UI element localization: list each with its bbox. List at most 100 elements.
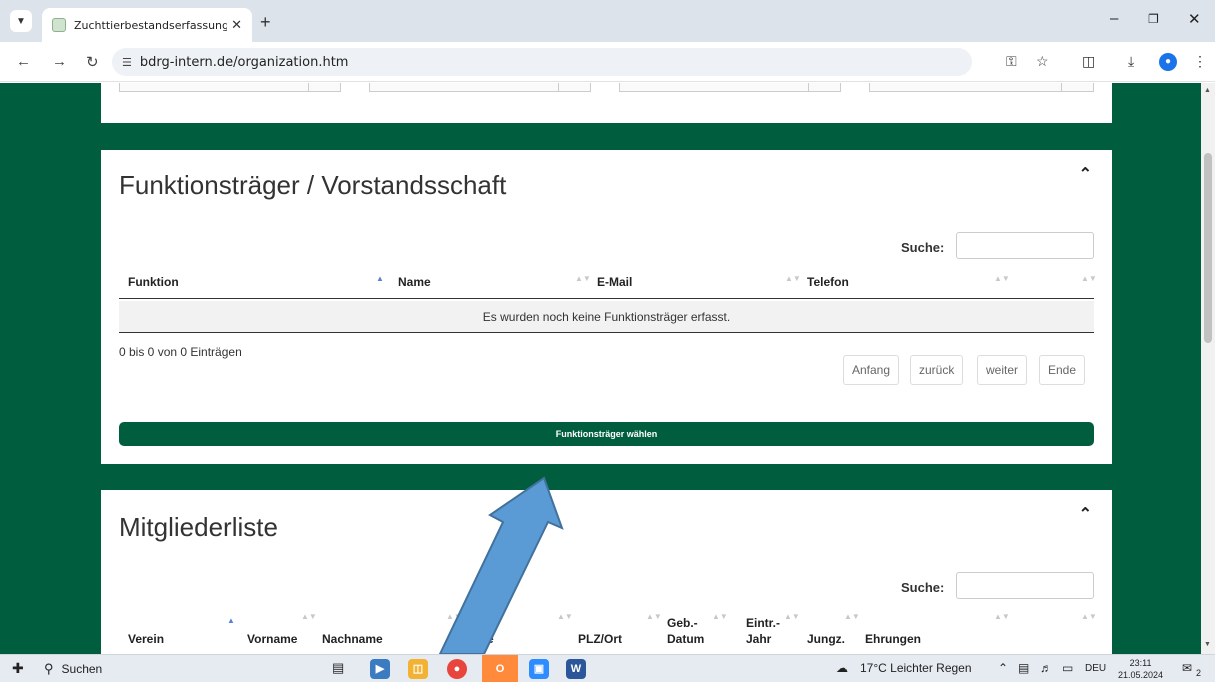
download-icon[interactable]: ⤓ — [1128, 53, 1134, 70]
column-header-geb-datum[interactable]: Datum — [667, 632, 704, 646]
sort-icon: ▲▼ — [646, 612, 662, 621]
pagination-last-button[interactable]: Ende — [1039, 355, 1086, 385]
search-input[interactable] — [956, 572, 1094, 599]
language-indicator[interactable]: DEU — [1085, 663, 1106, 674]
sort-icon: ▲▼ — [785, 274, 801, 283]
weather-icon[interactable]: ☁ — [836, 661, 848, 675]
chrome-icon[interactable]: ● — [447, 659, 467, 679]
display-icon[interactable]: ▭ — [1062, 661, 1073, 675]
column-header-telefon[interactable]: Telefon — [807, 275, 849, 289]
password-key-icon[interactable]: ⚿ — [1006, 53, 1017, 70]
functionaries-title: Funktionsträger / Vorstandsschaft — [119, 170, 507, 200]
sort-asc-icon: ▲ — [376, 274, 384, 283]
functionaries-card: Funktionsträger / Vorstandsschaft ⌃ Such… — [101, 150, 1112, 464]
browser-menu-icon[interactable]: ⋮ — [1193, 53, 1207, 70]
column-header-name[interactable]: Name — [398, 275, 431, 289]
filter-select[interactable] — [619, 83, 841, 92]
taskbar-search[interactable]: ⚲ Suchen — [40, 658, 290, 680]
browser-toolbar: ← → ↻ ☰ bdrg-intern.de/organization.htm … — [0, 42, 1215, 82]
filter-card — [101, 83, 1112, 123]
members-card: Mitgliederliste ⌃ Suche: Verein ▲ Vornam… — [101, 490, 1112, 654]
column-header-email[interactable]: E-Mail — [597, 275, 632, 289]
column-header-geb[interactable]: Geb.- — [667, 616, 698, 630]
opera-icon[interactable]: O — [482, 655, 518, 682]
forward-arrow-icon[interactable]: → — [52, 53, 67, 70]
address-bar[interactable]: ☰ bdrg-intern.de/organization.htm — [112, 48, 972, 76]
windows-start-icon[interactable]: ✚ — [12, 660, 24, 677]
clock-time: 23:11 — [1129, 658, 1152, 668]
site-favicon-icon — [52, 18, 66, 32]
notification-count: 2 — [1196, 668, 1202, 678]
empty-table-row: Es wurden noch keine Funktionsträger erf… — [119, 301, 1094, 333]
new-tab-button[interactable]: + — [260, 12, 271, 33]
sort-icon: ▲▼ — [575, 274, 591, 283]
table-header-divider — [119, 298, 1094, 299]
close-window-icon[interactable]: ✕ — [1188, 10, 1201, 28]
tray-overflow-icon[interactable]: ⌃ — [998, 661, 1008, 675]
tab-list-chevron-icon[interactable]: ▼ — [10, 10, 32, 32]
media-app-icon[interactable]: ▶ — [370, 659, 390, 679]
close-tab-icon[interactable]: ✕ — [231, 17, 242, 33]
network-icon[interactable]: ▤ — [1018, 661, 1029, 675]
clock[interactable]: 23:11 21.05.2024 — [1118, 657, 1163, 681]
filter-select[interactable] — [869, 83, 1094, 92]
restore-icon[interactable]: ❐ — [1148, 12, 1159, 26]
column-header-vorname[interactable]: Vorname — [247, 632, 297, 646]
column-header-jungz[interactable]: Jungz. — [807, 632, 845, 646]
file-explorer-icon[interactable]: ◫ — [408, 659, 428, 679]
minimize-icon[interactable]: – — [1110, 10, 1118, 27]
column-header-funktion[interactable]: Funktion — [128, 275, 179, 289]
reload-icon[interactable]: ↻ — [86, 53, 99, 71]
page-scrollbar[interactable]: ▲ ▼ — [1201, 83, 1215, 654]
scroll-up-icon[interactable]: ▲ — [1204, 87, 1211, 94]
profile-avatar-icon[interactable]: ● — [1159, 53, 1177, 71]
sort-icon: ▲▼ — [994, 274, 1010, 283]
collapse-chevron-up-icon[interactable]: ⌃ — [1079, 164, 1092, 184]
sort-icon: ▲▼ — [712, 612, 728, 621]
clock-date: 21.05.2024 — [1118, 670, 1164, 680]
pagination-prev-button[interactable]: zurück — [910, 355, 964, 385]
pagination-first-button[interactable]: Anfang — [843, 355, 900, 385]
sort-icon: ▲▼ — [301, 612, 317, 621]
scroll-down-icon[interactable]: ▼ — [1204, 641, 1211, 648]
table-info: 0 bis 0 von 0 Einträgen — [119, 345, 242, 359]
pagination-next-button[interactable]: weiter — [977, 355, 1028, 385]
page-content: Funktionsträger / Vorstandsschaft ⌃ Such… — [0, 83, 1201, 654]
word-icon[interactable]: W — [566, 659, 586, 679]
select-functionaries-button[interactable]: Funktionsträger wählen — [119, 422, 1094, 446]
windows-taskbar: ✚ ⚲ Suchen ▤ ▶ ◫ ● O ▣ W ☁ 17°C Leichter… — [0, 654, 1215, 682]
volume-icon[interactable]: ♬ — [1040, 661, 1052, 675]
browser-tab[interactable]: Zuchttierbestandserfassung des ✕ — [42, 8, 252, 42]
zoom-icon[interactable]: ▣ — [529, 659, 549, 679]
sort-icon: ▲▼ — [784, 612, 800, 621]
task-view-icon[interactable]: ▤ — [332, 660, 344, 676]
column-header-eintr[interactable]: Eintr.- — [746, 616, 780, 630]
bookmark-star-icon[interactable]: ☆ — [1036, 53, 1049, 70]
sort-icon: ▲▼ — [1081, 274, 1097, 283]
sort-asc-icon: ▲ — [227, 616, 235, 625]
extensions-icon[interactable]: ◫ — [1082, 53, 1095, 70]
search-input[interactable] — [956, 232, 1094, 259]
column-header-eintr-jahr[interactable]: Jahr — [746, 632, 771, 646]
sort-icon: ▲▼ — [557, 612, 573, 621]
weather-text[interactable]: 17°C Leichter Regen — [860, 661, 972, 675]
filter-select[interactable] — [369, 83, 591, 92]
sort-icon: ▲▼ — [1081, 612, 1097, 621]
notification-icon[interactable]: ✉ — [1182, 661, 1192, 675]
sort-icon: ▲▼ — [844, 612, 860, 621]
column-header-plz-ort[interactable]: PLZ/Ort — [578, 632, 622, 646]
site-settings-icon[interactable]: ☰ — [122, 56, 132, 69]
search-label: Suche: — [901, 580, 945, 595]
column-header-nachname[interactable]: Nachname — [322, 632, 383, 646]
column-header-ehrungen[interactable]: Ehrungen — [865, 632, 921, 646]
browser-tab-strip: ▼ Zuchttierbestandserfassung des ✕ + – ❐… — [0, 0, 1215, 42]
back-arrow-icon[interactable]: ← — [16, 53, 31, 70]
column-header-strasse[interactable]: aße — [473, 632, 494, 646]
scrollbar-thumb[interactable] — [1204, 153, 1212, 343]
taskbar-search-text: Suchen — [61, 662, 103, 676]
sort-icon: ▲▼ — [994, 612, 1010, 621]
filter-select[interactable] — [119, 83, 341, 92]
collapse-chevron-up-icon[interactable]: ⌃ — [1079, 504, 1092, 524]
column-header-verein[interactable]: Verein — [128, 632, 164, 646]
url-text: bdrg-intern.de/organization.htm — [139, 54, 349, 70]
